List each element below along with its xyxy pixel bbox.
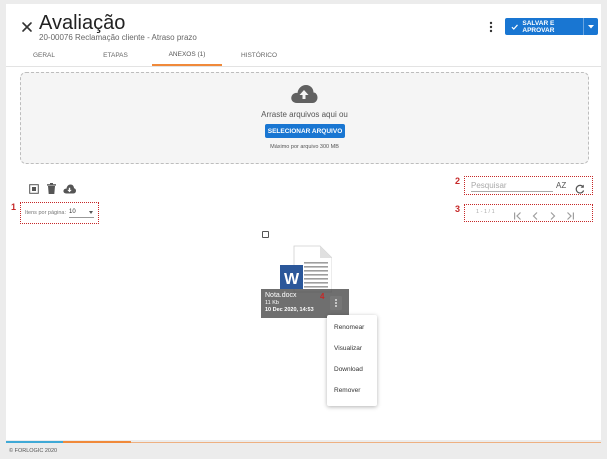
file-select-checkbox[interactable] <box>262 231 269 238</box>
items-per-page-value: 10 <box>69 209 76 215</box>
drop-instruction: Arraste arquivos aqui ou <box>261 110 348 119</box>
cloud-upload-icon <box>290 84 318 109</box>
page-range-label: 1 - 1 / 1 <box>476 209 495 215</box>
tab-historico[interactable]: HISTÓRICO <box>235 45 283 66</box>
caret-down-icon <box>588 24 594 28</box>
menu-item-rename[interactable]: Renomear <box>334 324 364 331</box>
kebab-vertical-icon <box>335 299 337 307</box>
tab-etapas[interactable]: ETAPAS <box>93 45 138 66</box>
cloud-download-icon[interactable] <box>63 181 76 199</box>
chevron-down-icon <box>89 211 93 214</box>
sort-az-icon[interactable]: AZ <box>556 181 566 190</box>
save-and-approve-button[interactable]: SALVAR E APROVAR <box>505 18 598 35</box>
marker-3: 3 <box>455 204 461 214</box>
save-dropdown-toggle[interactable] <box>583 18 598 35</box>
prev-page-icon[interactable] <box>531 208 539 226</box>
max-file-size-note: Máximo por arquivo 300 MB <box>270 144 339 150</box>
items-per-page-label: Itens por página: <box>25 210 66 216</box>
marker-4: 4 <box>320 292 325 301</box>
tab-geral[interactable]: GERAL <box>25 45 63 66</box>
save-button-label: SALVAR E APROVAR <box>522 19 555 34</box>
next-page-icon[interactable] <box>549 208 557 226</box>
search-input[interactable] <box>471 179 553 192</box>
page-subtitle: 20-00076 Reclamação cliente - Atraso pra… <box>39 33 197 42</box>
tab-bar: GERAL ETAPAS ANEXOS (1) HISTÓRICO <box>6 45 601 66</box>
refresh-icon[interactable] <box>575 181 585 199</box>
page-title: Avaliação <box>39 12 126 34</box>
menu-item-download[interactable]: Download <box>334 366 363 373</box>
footer-divider <box>131 442 601 443</box>
file-context-menu: Renomear Visualizar Download Remover <box>327 315 377 406</box>
menu-item-view[interactable]: Visualizar <box>334 345 362 352</box>
kebab-vertical-icon[interactable] <box>487 20 495 34</box>
marker-1: 1 <box>11 202 17 212</box>
menu-item-remove[interactable]: Remover <box>334 387 360 394</box>
check-icon <box>511 24 518 30</box>
save-and-approve-main[interactable]: SALVAR E APROVAR <box>505 18 583 35</box>
footer-accent-orange <box>63 441 131 443</box>
tab-anexos[interactable]: ANEXOS (1) <box>152 45 222 66</box>
select-file-button[interactable]: SELECIONAR ARQUIVO <box>265 124 345 138</box>
svg-text:W: W <box>284 271 300 288</box>
marker-2: 2 <box>455 176 461 186</box>
last-page-icon[interactable] <box>566 208 575 226</box>
first-page-icon[interactable] <box>513 208 522 226</box>
tab-divider <box>6 66 601 67</box>
close-icon[interactable] <box>20 20 34 34</box>
footer-accent-blue <box>6 441 63 443</box>
select-all-icon[interactable] <box>29 181 39 199</box>
footer-copyright: © FORLOGIC 2020 <box>9 448 58 454</box>
trash-icon[interactable] <box>47 181 56 199</box>
items-per-page-select[interactable]: 10 <box>69 207 94 218</box>
file-menu-button[interactable] <box>330 296 342 310</box>
